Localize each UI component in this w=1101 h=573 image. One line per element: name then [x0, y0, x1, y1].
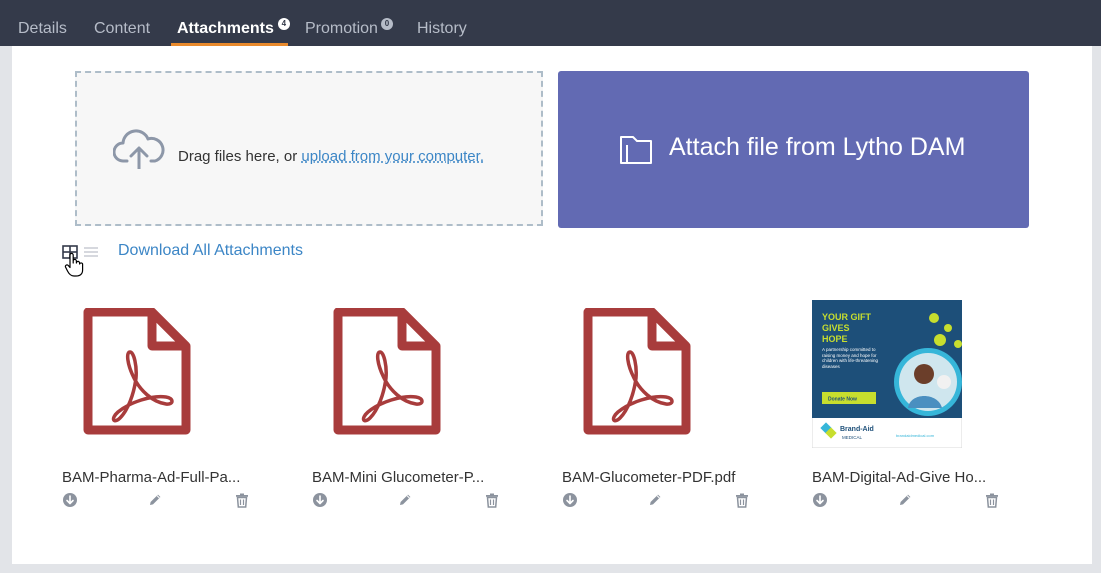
- edit-pencil-icon[interactable]: [647, 492, 663, 513]
- download-all-link[interactable]: Download All Attachments: [118, 242, 303, 260]
- edit-pencil-icon[interactable]: [147, 492, 163, 513]
- attachments-count-badge: 4: [277, 18, 290, 30]
- promotion-count-badge: 0: [380, 18, 393, 30]
- attachment-card: BAM-Pharma-Ad-Full-Pa...: [62, 300, 262, 515]
- file-dropzone[interactable]: Drag files here, or upload from your com…: [75, 71, 543, 226]
- list-view-icon[interactable]: [84, 245, 98, 263]
- attachment-card: BAM-Glucometer-PDF.pdf: [562, 300, 762, 515]
- top-tab-bar: Details Content Attachments 4 Promotion …: [0, 0, 1101, 46]
- ad-url: brandaidmedical.com: [896, 433, 935, 438]
- attachment-filename[interactable]: BAM-Glucometer-PDF.pdf: [562, 469, 762, 486]
- edit-pencil-icon[interactable]: [897, 492, 913, 513]
- ad-donate-button: Donate Now: [828, 397, 857, 403]
- edit-pencil-icon[interactable]: [397, 492, 413, 513]
- attachment-filename[interactable]: BAM-Mini Glucometer-P...: [312, 469, 512, 486]
- tab-promotion-label: Promotion: [305, 20, 378, 37]
- ad-body-text: A partnership committed to raising money…: [822, 347, 879, 369]
- attachment-card: BAM-Mini Glucometer-P...: [312, 300, 512, 515]
- download-icon[interactable]: [312, 492, 328, 513]
- ad-headline-3: HOPE: [822, 334, 848, 344]
- dropzone-text: Drag files here, or upload from your com…: [178, 148, 484, 165]
- attachment-filename[interactable]: BAM-Pharma-Ad-Full-Pa...: [62, 469, 262, 486]
- trash-icon[interactable]: [734, 492, 750, 513]
- upload-from-computer-link[interactable]: upload from your computer.: [301, 148, 484, 165]
- tab-attachments[interactable]: Attachments 4: [177, 18, 290, 38]
- tab-details[interactable]: Details: [18, 20, 67, 38]
- ad-headline-1: YOUR GIFT: [822, 312, 872, 322]
- tab-history[interactable]: History: [417, 20, 467, 38]
- ad-brand-sub: MEDICAL: [842, 435, 863, 440]
- pdf-file-icon[interactable]: [82, 307, 192, 441]
- hand-cursor-icon: [64, 252, 84, 283]
- ad-image-thumbnail[interactable]: YOUR GIFT GIVES HOPE A partnership commi…: [812, 300, 962, 448]
- trash-icon[interactable]: [234, 492, 250, 513]
- download-icon[interactable]: [562, 492, 578, 513]
- download-icon[interactable]: [812, 492, 828, 513]
- ad-brand-name: Brand-Aid: [840, 426, 874, 433]
- trash-icon[interactable]: [484, 492, 500, 513]
- attachment-card: YOUR GIFT GIVES HOPE A partnership commi…: [812, 300, 1012, 515]
- attachment-filename[interactable]: BAM-Digital-Ad-Give Ho...: [812, 469, 1012, 486]
- attach-from-dam-label: Attach file from Lytho DAM: [669, 133, 966, 161]
- pdf-file-icon[interactable]: [582, 307, 692, 441]
- dropzone-instruction: Drag files here, or: [178, 148, 302, 165]
- ad-headline-2: GIVES: [822, 323, 850, 333]
- download-icon[interactable]: [62, 492, 78, 513]
- tab-content[interactable]: Content: [94, 20, 150, 38]
- folder-icon: [618, 131, 654, 172]
- pdf-file-icon[interactable]: [332, 307, 442, 441]
- trash-icon[interactable]: [984, 492, 1000, 513]
- tab-promotion[interactable]: Promotion 0: [305, 18, 393, 38]
- attach-from-dam-button[interactable]: Attach file from Lytho DAM: [558, 71, 1029, 228]
- cloud-upload-icon: [112, 129, 165, 174]
- tab-attachments-label: Attachments: [177, 20, 274, 37]
